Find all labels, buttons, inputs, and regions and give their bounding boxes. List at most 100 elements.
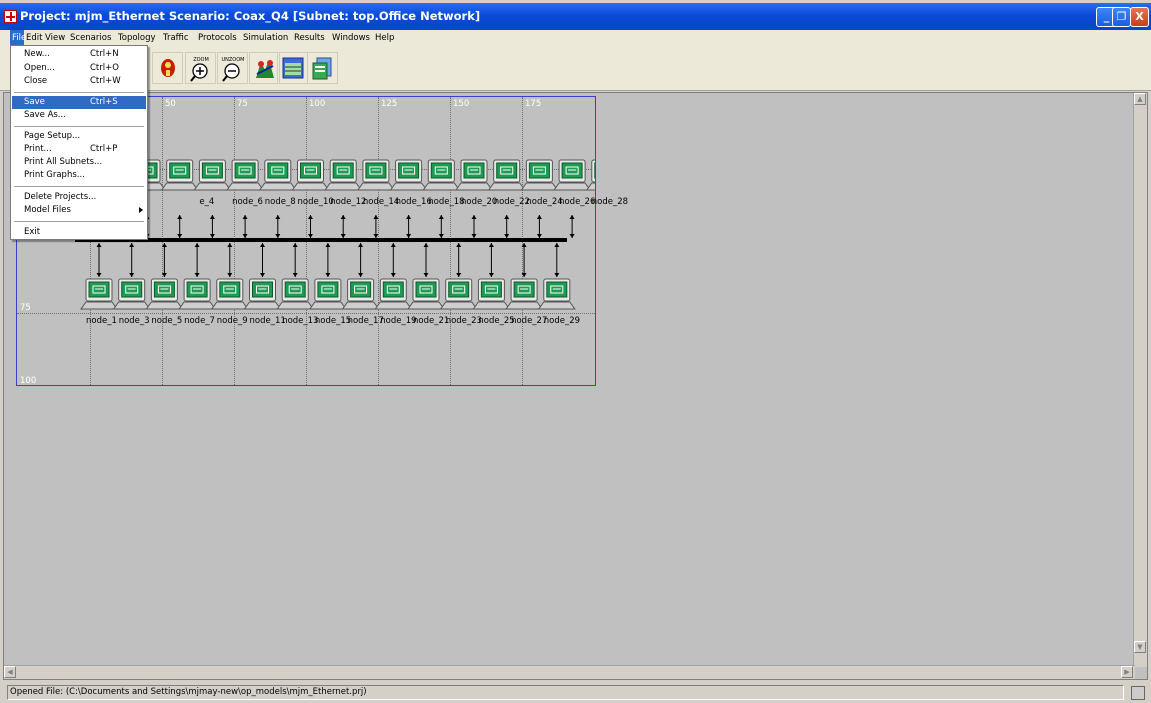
workstation-node[interactable] (160, 159, 199, 191)
link-connector[interactable] (227, 243, 233, 277)
workstation-node[interactable] (505, 278, 544, 310)
workstation-node[interactable] (324, 159, 363, 191)
link-connector[interactable] (569, 215, 575, 238)
workstation-node[interactable] (291, 159, 330, 191)
workstation-node[interactable] (356, 159, 395, 191)
workstation-node[interactable] (145, 278, 184, 310)
menu-item-page-setup[interactable]: Page Setup... (12, 130, 146, 143)
link-connector[interactable] (308, 215, 313, 238)
scroll-left-arrow[interactable]: ◀ (4, 666, 16, 678)
project-workspace[interactable]: 50 75 100 125 150 175 75 100 e_4 node_6 no… (3, 92, 1148, 680)
link-connector[interactable] (423, 243, 429, 277)
menu-item-print-all-subnets[interactable]: Print All Subnets... (12, 156, 146, 169)
link-connector[interactable] (275, 215, 281, 238)
menu-item-close[interactable]: Close Ctrl+W (12, 75, 146, 88)
menu-item-delete-projects[interactable]: Delete Projects... (12, 191, 146, 204)
vertical-scrollbar[interactable]: ▲ ▼ (1133, 93, 1147, 667)
workstation-node[interactable] (439, 278, 478, 310)
title-bar[interactable]: Project: mjm_Ethernet Scenario: Coax_Q4 … (0, 3, 1151, 30)
link-connector[interactable] (390, 243, 396, 277)
workstation-node[interactable] (226, 159, 265, 191)
menu-edit[interactable]: Edit (26, 30, 42, 46)
menu-topology[interactable]: Topology (118, 30, 156, 46)
configure-simulation-button[interactable] (249, 52, 280, 84)
workstation-node[interactable] (308, 278, 347, 310)
workstation-node[interactable] (258, 159, 297, 191)
workstation-node[interactable] (178, 278, 217, 310)
link-connector[interactable] (504, 215, 510, 238)
menu-item-new[interactable]: New... Ctrl+N (12, 48, 146, 61)
scroll-up-arrow[interactable]: ▲ (1134, 93, 1146, 105)
workstation-node[interactable] (341, 278, 380, 310)
menu-file[interactable]: File (10, 30, 26, 46)
workstation-node[interactable] (422, 159, 461, 191)
menu-item-print-graphs[interactable]: Print Graphs... (12, 169, 146, 182)
link-connector[interactable] (177, 215, 183, 238)
menu-item-save-as[interactable]: Save As... (12, 109, 146, 122)
view-results-button[interactable] (277, 52, 308, 84)
menu-item-label: Delete Projects... (24, 192, 97, 202)
scroll-right-arrow[interactable]: ▶ (1121, 666, 1133, 678)
workstation-node[interactable] (537, 278, 576, 310)
menu-scenarios[interactable]: Scenarios (70, 30, 111, 46)
menu-help[interactable]: Help (375, 30, 394, 46)
link-connector[interactable] (292, 243, 298, 277)
view-web-report-button[interactable] (307, 52, 338, 84)
workstation-node[interactable] (389, 159, 428, 191)
workstation-node[interactable] (585, 159, 595, 191)
workstation-node[interactable] (472, 278, 511, 310)
menu-view[interactable]: View (45, 30, 65, 46)
unzoom-button[interactable]: UNZOOM (217, 52, 248, 84)
link-connector[interactable] (456, 243, 462, 277)
workstation-node[interactable] (374, 278, 413, 310)
workstation-node[interactable] (407, 278, 445, 310)
message-log-icon[interactable] (1131, 686, 1145, 700)
menu-item-label: Print... (24, 144, 52, 154)
link-connector[interactable] (194, 243, 200, 277)
menu-item-print[interactable]: Print... Ctrl+P (12, 143, 146, 156)
maximize-button[interactable]: ❐ (1112, 7, 1131, 27)
workstation-node[interactable] (193, 159, 232, 191)
link-connector[interactable] (488, 243, 494, 277)
link-connector[interactable] (161, 243, 167, 277)
link-connector[interactable] (325, 243, 331, 277)
workstation-node[interactable] (243, 278, 282, 310)
scroll-down-arrow[interactable]: ▼ (1134, 641, 1146, 653)
zoom-button[interactable]: ZOOM (185, 52, 216, 84)
link-connector[interactable] (438, 215, 444, 238)
link-connector[interactable] (554, 243, 560, 277)
app-icon[interactable] (4, 10, 17, 23)
menu-item-save[interactable]: Save Ctrl+S (12, 96, 146, 109)
menu-item-open[interactable]: Open... Ctrl+O (12, 62, 146, 75)
menu-item-exit[interactable]: Exit (12, 226, 146, 239)
link-connector[interactable] (209, 215, 215, 238)
link-connector[interactable] (358, 243, 364, 277)
workstation-node[interactable] (455, 159, 493, 191)
workstation-node[interactable] (276, 278, 315, 310)
workstation-node[interactable] (112, 278, 151, 310)
workstation-node[interactable] (80, 278, 118, 310)
menu-results[interactable]: Results (294, 30, 325, 46)
menu-protocols[interactable]: Protocols (198, 30, 237, 46)
link-connector[interactable] (242, 215, 248, 238)
horizontal-scrollbar[interactable]: ◀ ▶ (4, 665, 1135, 679)
object-palette-button[interactable] (152, 52, 183, 84)
link-connector[interactable] (406, 215, 412, 238)
workstation-node[interactable] (520, 159, 559, 191)
link-connector[interactable] (340, 215, 346, 238)
link-connector[interactable] (129, 243, 135, 277)
menu-item-model-files[interactable]: Model Files (12, 204, 146, 217)
link-connector[interactable] (521, 243, 527, 277)
workstation-node[interactable] (210, 278, 249, 310)
workstation-node[interactable] (487, 159, 526, 191)
close-button[interactable]: X (1130, 7, 1149, 27)
link-connector[interactable] (260, 243, 265, 277)
link-connector[interactable] (536, 215, 542, 238)
link-connector[interactable] (471, 215, 477, 238)
menu-windows[interactable]: Windows (332, 30, 370, 46)
menu-traffic[interactable]: Traffic (163, 30, 189, 46)
link-connector[interactable] (373, 215, 379, 238)
link-connector[interactable] (96, 243, 102, 277)
menu-simulation[interactable]: Simulation (243, 30, 288, 46)
workstation-node[interactable] (553, 159, 592, 191)
